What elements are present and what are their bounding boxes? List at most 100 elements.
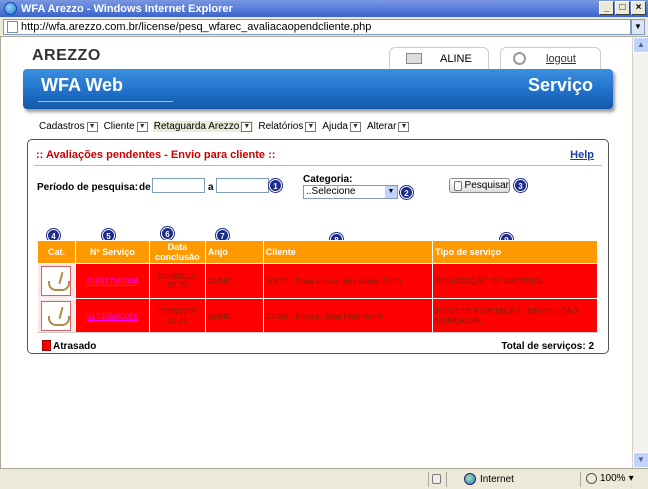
zoom-level: 100% bbox=[600, 473, 626, 484]
table-header-row: Cat. Nº Serviço Data conclusão Anjo Clie… bbox=[37, 240, 598, 264]
banner-section-title: Serviço bbox=[527, 75, 593, 95]
vertical-scrollbar[interactable]: ▲ ▼ bbox=[632, 37, 648, 468]
anjo-cell: ALINE bbox=[204, 263, 264, 299]
zone-label: Internet bbox=[480, 473, 514, 485]
menu-cadastros[interactable]: Cadastros ▼ bbox=[38, 121, 99, 132]
marker-badge: 2 bbox=[400, 186, 413, 199]
menu-cliente[interactable]: Cliente ▼ bbox=[103, 121, 149, 132]
menu-label: Alterar bbox=[366, 121, 397, 132]
brand-logo: AREZZO bbox=[32, 47, 101, 64]
total-services: Total de serviços: 2 bbox=[501, 341, 594, 352]
url-dropdown-button[interactable]: ▼ bbox=[631, 19, 645, 35]
status-divider bbox=[580, 472, 581, 487]
ie-icon bbox=[4, 2, 17, 15]
menu-label: Cliente bbox=[103, 121, 135, 132]
scroll-up-button[interactable]: ▲ bbox=[633, 37, 648, 53]
category-cell bbox=[37, 298, 76, 334]
service-type-cell: ERRO DE EXPEDIÇÃO - DEVOLUÇÃO COMERCIAL bbox=[432, 298, 598, 334]
page-icon bbox=[7, 21, 18, 33]
chevron-down-icon[interactable]: ▼ bbox=[349, 121, 361, 132]
total-value: 2 bbox=[588, 341, 594, 352]
category-label: Categoria: bbox=[303, 174, 353, 185]
client-cell: 17355 - Erica E. Dias Pereira-me bbox=[262, 298, 434, 334]
anjo-cell: ALINE bbox=[204, 298, 264, 334]
window-title: WFA Arezzo - Windows Internet Explorer bbox=[21, 2, 233, 15]
client-cell: 10817 - Rosa de Lourdes Marim Poffo bbox=[262, 263, 434, 299]
time-value: 15:21 bbox=[167, 316, 188, 325]
logout-link[interactable]: logout bbox=[546, 53, 576, 65]
table-row: 517355:00010 17/08/2007 15:21 ALINE 17355… bbox=[37, 298, 598, 334]
chevron-down-icon[interactable]: ▼ bbox=[305, 121, 317, 132]
status-bar: Internet 100% ▾ bbox=[0, 468, 648, 489]
menu-label: Ajuda bbox=[322, 121, 348, 132]
to-label: a bbox=[208, 182, 214, 193]
category-selected-value: ..Selecione bbox=[306, 186, 356, 197]
col-header-anjo[interactable]: Anjo bbox=[204, 240, 264, 264]
zoom-control[interactable]: 100% ▾ bbox=[586, 473, 634, 484]
late-legend-swatch bbox=[42, 340, 51, 351]
window-titlebar: WFA Arezzo - Windows Internet Explorer _… bbox=[0, 0, 648, 17]
scroll-down-button[interactable]: ▼ bbox=[633, 452, 648, 468]
date-value: 07/08/2007 bbox=[157, 272, 198, 281]
close-button[interactable]: × bbox=[631, 1, 646, 15]
table-row: 510817:00006 07/08/2007 09:29 ALINE 10817… bbox=[37, 263, 598, 299]
security-zone[interactable]: Internet bbox=[464, 473, 514, 485]
search-button[interactable]: Pesquisar bbox=[449, 178, 510, 193]
main-menu: Cadastros ▼ Cliente ▼ Retaguarda Arezzo ▼ R… bbox=[38, 121, 410, 132]
window-controls: _ □ × bbox=[599, 1, 646, 15]
banner-underline bbox=[38, 101, 173, 102]
service-number-cell: 517355:00010 bbox=[74, 298, 150, 334]
date-to-input[interactable] bbox=[216, 178, 269, 193]
col-header-service-number[interactable]: Nº Serviço bbox=[74, 240, 150, 264]
menu-alterar[interactable]: Alterar ▼ bbox=[366, 121, 410, 132]
panel-title: :: Avaliações pendentes - Envio para cli… bbox=[36, 149, 276, 161]
col-header-category[interactable]: Cat. bbox=[37, 240, 76, 264]
search-button-label: Pesquisar bbox=[464, 180, 509, 191]
marker-badge: 6 bbox=[161, 227, 174, 240]
status-divider bbox=[428, 472, 429, 487]
chevron-down-icon[interactable]: ▼ bbox=[86, 121, 98, 132]
date-from-input[interactable] bbox=[152, 178, 205, 193]
services-table: Cat. Nº Serviço Data conclusão Anjo Clie… bbox=[37, 240, 598, 334]
col-header-service-type[interactable]: Tipo de serviço bbox=[432, 240, 598, 264]
minimize-button[interactable]: _ bbox=[599, 1, 614, 15]
app-banner: WFA Web Serviço bbox=[23, 69, 613, 109]
url-input[interactable]: http://wfa.arezzo.com.br/license/pesq_wf… bbox=[3, 19, 631, 35]
maximize-button[interactable]: □ bbox=[615, 1, 630, 15]
logout-box: logout bbox=[500, 47, 601, 69]
chevron-down-icon[interactable]: ▼ bbox=[136, 121, 148, 132]
page-viewport: AREZZO ALINE logout WFA Web Serviço Cada… bbox=[0, 37, 632, 468]
completion-date-cell: 07/08/2007 09:29 bbox=[148, 263, 206, 299]
col-header-completion-date[interactable]: Data conclusão bbox=[148, 240, 206, 264]
pending-evaluations-panel: :: Avaliações pendentes - Envio para cli… bbox=[27, 139, 609, 354]
menu-label: Cadastros bbox=[39, 121, 85, 132]
service-type-cell: SOLICITAÇÃO DE MATERIAL bbox=[432, 263, 598, 299]
user-name: ALINE bbox=[440, 52, 472, 65]
menu-relatorios[interactable]: Relatórios ▼ bbox=[257, 121, 317, 132]
chevron-down-icon[interactable]: ▼ bbox=[385, 186, 397, 198]
total-label: Total de serviços: bbox=[501, 341, 586, 352]
lock-icon bbox=[432, 474, 441, 484]
completion-date-cell: 17/08/2007 15:21 bbox=[148, 298, 206, 334]
from-label: de bbox=[139, 182, 151, 193]
menu-retaguarda-arezzo[interactable]: Retaguarda Arezzo ▼ bbox=[152, 121, 254, 132]
divider bbox=[37, 332, 598, 333]
chevron-down-icon[interactable]: ▼ bbox=[241, 121, 253, 132]
category-cell bbox=[37, 263, 76, 299]
banner-app-title: WFA Web bbox=[41, 75, 123, 95]
power-icon[interactable] bbox=[513, 52, 526, 65]
category-select[interactable]: ..Selecione ▼ bbox=[303, 185, 398, 199]
col-header-client[interactable]: Cliente bbox=[262, 240, 434, 264]
chevron-down-icon[interactable]: ▾ bbox=[629, 473, 634, 484]
chevron-down-icon[interactable]: ▼ bbox=[398, 121, 410, 132]
service-link[interactable]: 517355:00010 bbox=[87, 312, 138, 321]
status-divider bbox=[446, 472, 447, 487]
help-link[interactable]: Help bbox=[570, 149, 594, 161]
menu-ajuda[interactable]: Ajuda ▼ bbox=[321, 121, 362, 132]
divider bbox=[34, 165, 602, 166]
service-number-cell: 510817:00006 bbox=[74, 263, 150, 299]
search-icon bbox=[454, 180, 462, 191]
service-link[interactable]: 510817:00006 bbox=[87, 277, 138, 286]
time-value: 09:29 bbox=[167, 281, 188, 290]
url-text: http://wfa.arezzo.com.br/license/pesq_wf… bbox=[21, 21, 372, 33]
